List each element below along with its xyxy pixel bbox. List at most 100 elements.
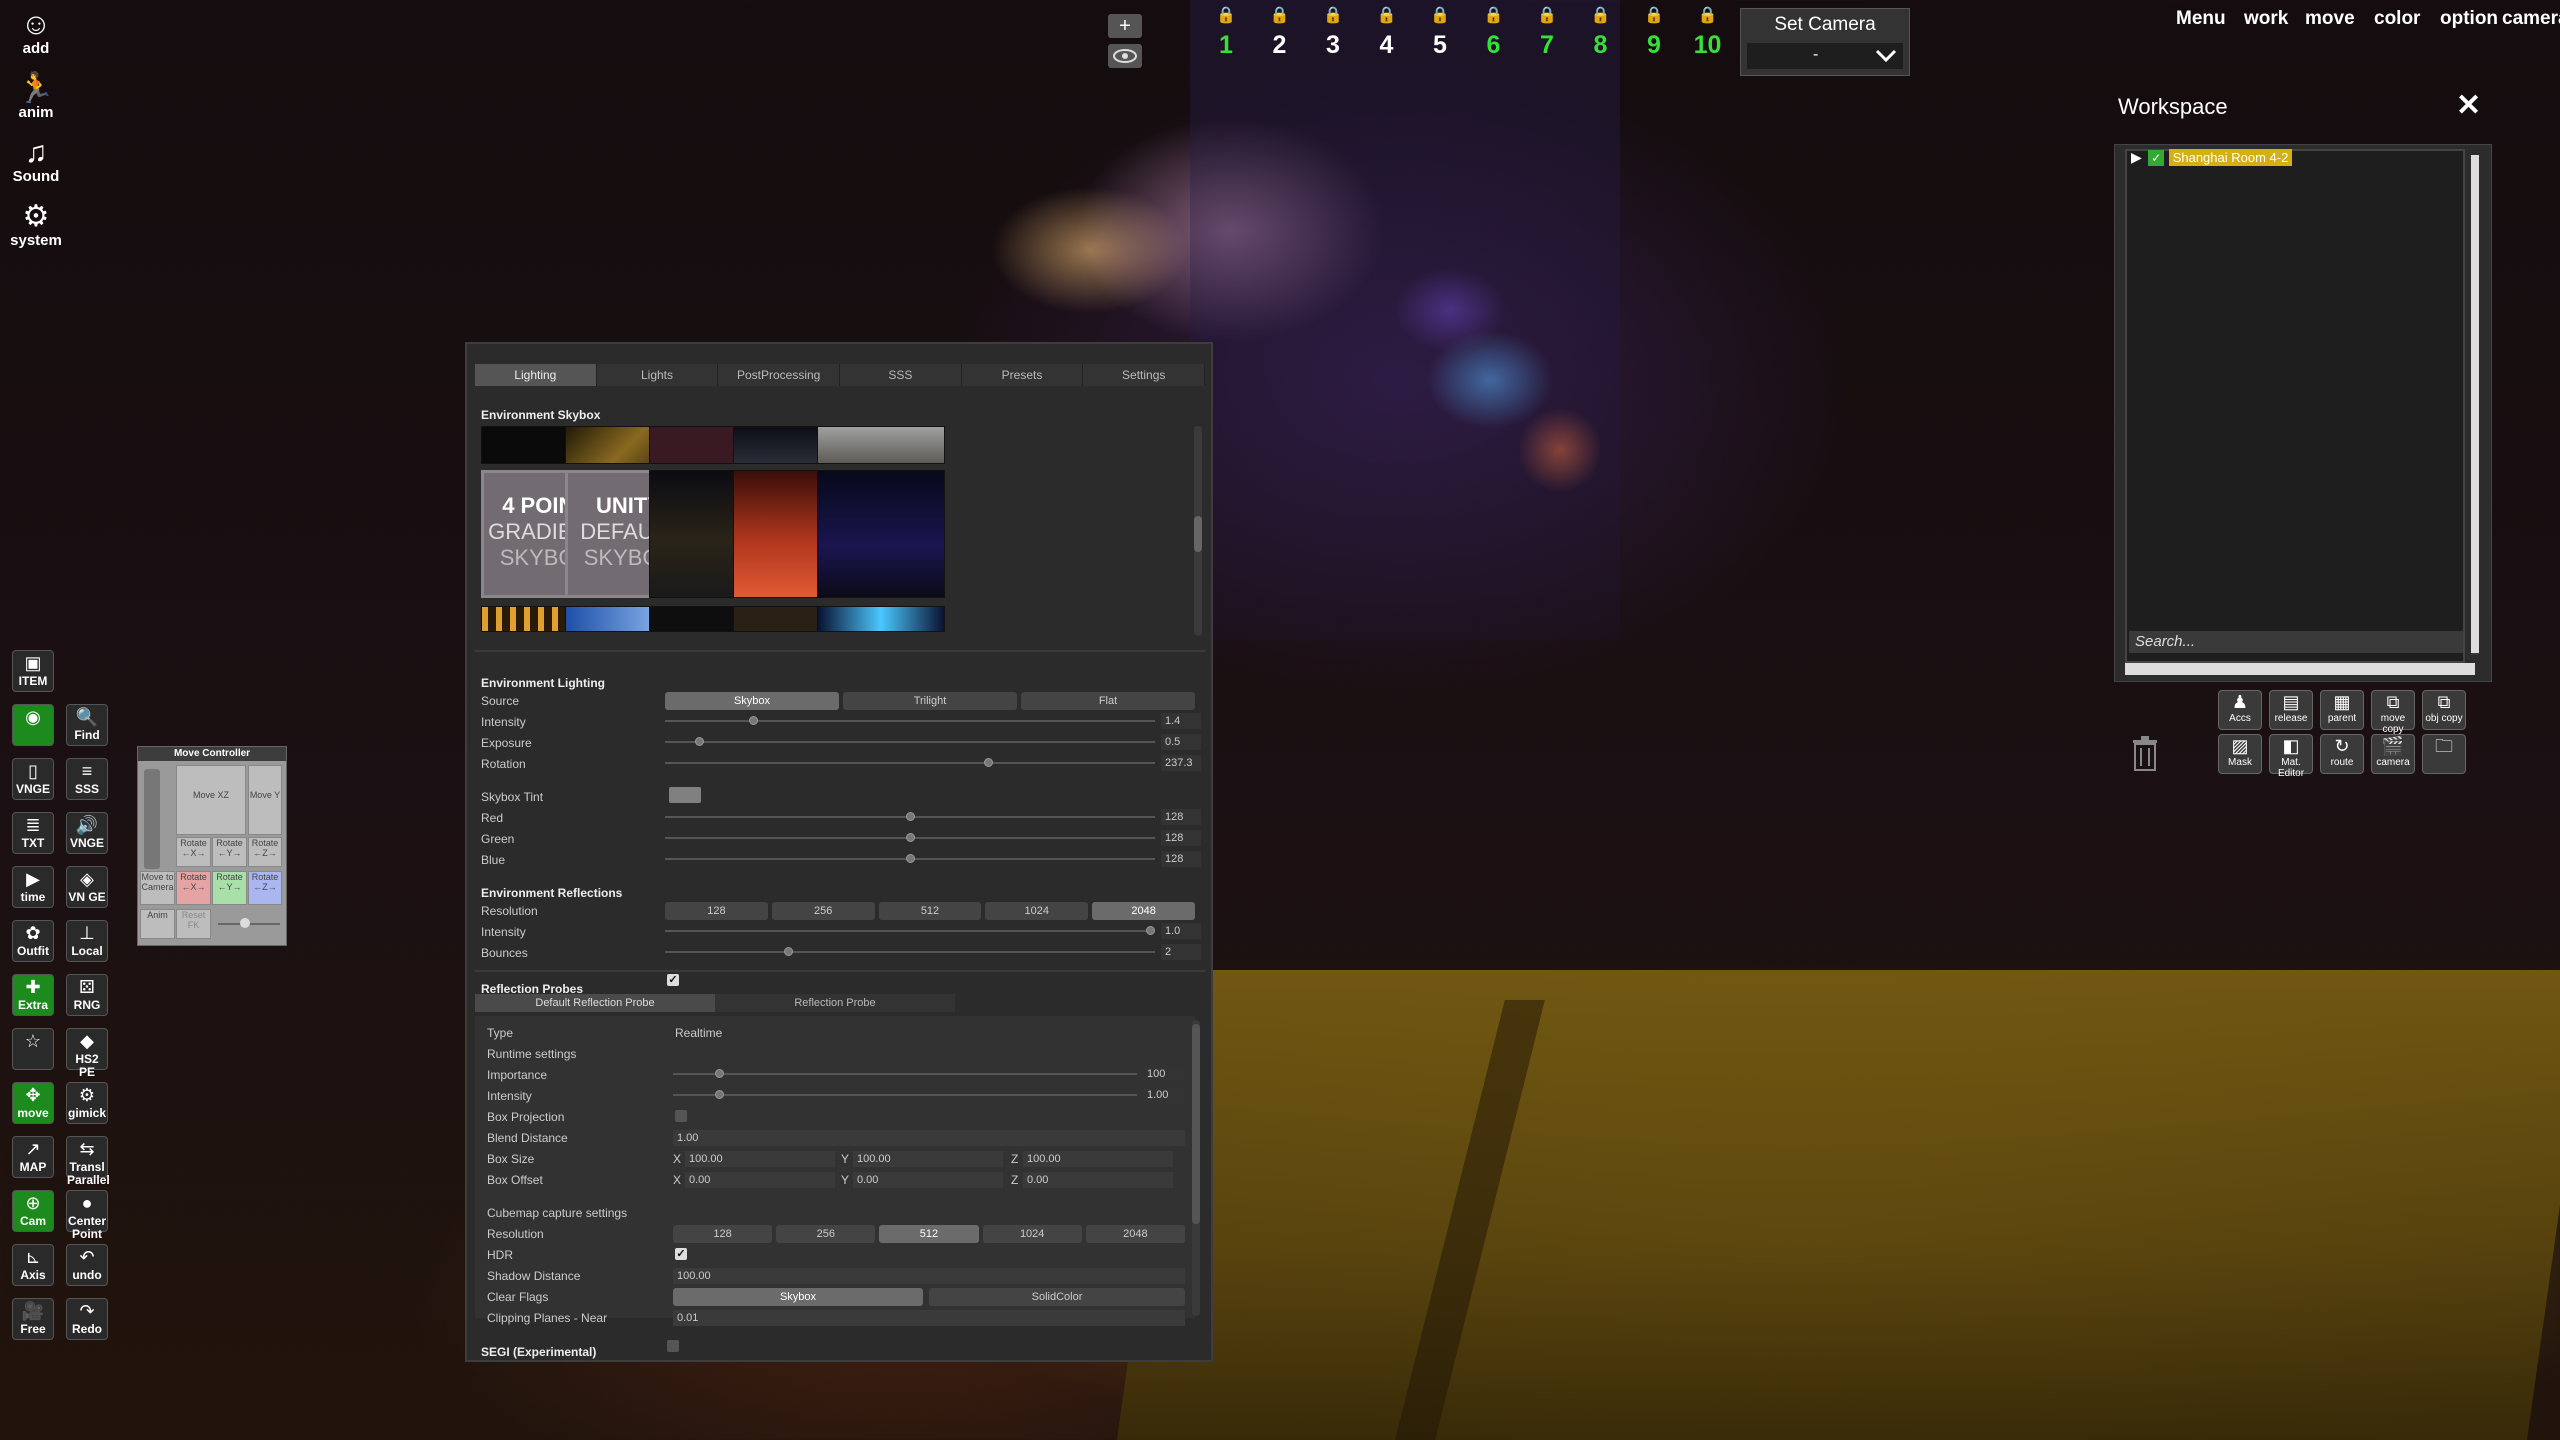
probe-intensity-track[interactable]	[673, 1094, 1137, 1096]
segi-checkbox[interactable]	[667, 1340, 679, 1352]
camera-slot-9[interactable]: 🔒 9	[1629, 6, 1679, 76]
tool-button-19[interactable]: ⊕ Cam	[12, 1190, 54, 1232]
intensity-track[interactable]	[665, 720, 1155, 722]
skybox-scrollbar[interactable]	[1194, 426, 1202, 636]
green-knob[interactable]	[906, 833, 915, 842]
lock-icon[interactable]: 🔒	[1522, 6, 1572, 26]
workspace-btn-obj-copy[interactable]: ⧉ obj copy	[2422, 690, 2466, 730]
lock-icon[interactable]: 🔒	[1469, 6, 1519, 26]
intensity-value[interactable]: 1.4	[1161, 713, 1201, 729]
tool-button-1[interactable]: ◉	[12, 704, 54, 746]
system-button[interactable]: ⚙ system	[10, 200, 62, 258]
tab-lights[interactable]: Lights	[596, 364, 719, 386]
green-value[interactable]: 128	[1161, 830, 1201, 846]
menu-work[interactable]: work	[2244, 8, 2288, 30]
option-2048[interactable]: 2048	[1092, 902, 1195, 920]
blue-knob[interactable]	[906, 854, 915, 863]
tool-button-11[interactable]: ✚ Extra	[12, 974, 54, 1016]
tool-button-21[interactable]: ⊾ Axis	[12, 1244, 54, 1286]
rotate-y-green-button[interactable]: Rotate ←Y→	[212, 871, 247, 905]
exposure-track[interactable]	[665, 741, 1155, 743]
camera-slot-8[interactable]: 🔒 8	[1576, 6, 1626, 76]
lock-icon[interactable]: 🔒	[1629, 6, 1679, 26]
reset-fk-button[interactable]: Reset FK	[176, 909, 211, 939]
tab-reflection-probe[interactable]: Reflection Probe	[715, 994, 955, 1012]
probe-intensity-value[interactable]: 1.00	[1143, 1087, 1183, 1103]
anim-button[interactable]: 🏃 anim	[10, 72, 62, 130]
box-projection-checkbox[interactable]	[675, 1110, 687, 1122]
skybox-scroll-thumb[interactable]	[1194, 516, 1202, 552]
tab-presets[interactable]: Presets	[961, 364, 1084, 386]
rotate-x-red-button[interactable]: Rotate ←X→	[176, 871, 211, 905]
shadow-distance-field[interactable]: 100.00	[673, 1268, 1185, 1284]
blend-distance-field[interactable]: 1.00	[673, 1130, 1185, 1146]
menu-Menu[interactable]: Menu	[2176, 8, 2226, 30]
visibility-check-icon[interactable]: ✓	[2148, 150, 2165, 166]
expand-triangle-icon[interactable]: ▶	[2131, 149, 2142, 165]
tool-button-18[interactable]: ⇆ Transl Parallel	[66, 1136, 110, 1187]
hdr-checkbox[interactable]: ✓	[675, 1248, 687, 1260]
workspace-btn-mat-editor[interactable]: ◧ Mat. Editor	[2269, 734, 2313, 779]
tool-button-5[interactable]: ≣ TXT	[12, 812, 54, 854]
tree-item-label[interactable]: Shanghai Room 4-2	[2168, 149, 2293, 166]
skybox-tint-swatch[interactable]	[669, 787, 701, 803]
lock-icon[interactable]: 🔒	[1201, 6, 1251, 26]
box-size-x-field[interactable]: 100.00	[685, 1151, 835, 1167]
lock-icon[interactable]: 🔒	[1415, 6, 1465, 26]
tab-postprocessing[interactable]: PostProcessing	[718, 364, 841, 386]
box-offset-z-field[interactable]: 0.00	[1023, 1172, 1173, 1188]
skybox-thumb-shanghai-night[interactable]	[817, 470, 945, 598]
rotation-track[interactable]	[665, 762, 1155, 764]
set-camera-dropdown[interactable]: -	[1747, 43, 1903, 69]
intensity-knob[interactable]	[749, 716, 759, 725]
tool-button-7[interactable]: ▶ time	[12, 866, 54, 908]
tool-button-0[interactable]: ▣ ITEM	[12, 650, 54, 692]
tool-button-12[interactable]: ⚄ RNG	[66, 974, 108, 1016]
anim-button[interactable]: Anim	[140, 909, 175, 939]
clipping-near-field[interactable]: 0.01	[673, 1310, 1185, 1326]
bounces-track[interactable]	[665, 951, 1155, 953]
workspace-btn-clapper-camera[interactable]: 🎬 camera	[2371, 734, 2415, 774]
option-512[interactable]: 512	[878, 902, 982, 920]
red-value[interactable]: 128	[1161, 809, 1201, 825]
add-view-button[interactable]: +	[1108, 14, 1142, 38]
lock-icon[interactable]: 🔒	[1362, 6, 1412, 26]
workspace-btn-move-copy[interactable]: ⧉ move copy	[2371, 690, 2415, 735]
box-size-y-field[interactable]: 100.00	[853, 1151, 1003, 1167]
option-128[interactable]: 128	[665, 902, 768, 920]
option-2048[interactable]: 2048	[1085, 1225, 1185, 1243]
tool-button-8[interactable]: ◈ VN GE	[66, 866, 108, 908]
option-Trilight[interactable]: Trilight	[843, 692, 1017, 710]
option-256[interactable]: 256	[776, 1225, 876, 1243]
option-Flat[interactable]: Flat	[1021, 692, 1195, 710]
move-to-camera-button[interactable]: Move to Camera	[140, 871, 175, 905]
trash-icon[interactable]	[2130, 734, 2160, 772]
tab-lighting[interactable]: Lighting	[475, 364, 597, 386]
menu-option[interactable]: option	[2440, 8, 2498, 30]
close-icon[interactable]: ✕	[2456, 88, 2481, 123]
camera-slot-6[interactable]: 🔒 6	[1469, 6, 1519, 76]
camera-slot-2[interactable]: 🔒 2	[1255, 6, 1305, 76]
box-offset-y-field[interactable]: 0.00	[853, 1172, 1003, 1188]
workspace-btn-parent-grid[interactable]: ▦ parent	[2320, 690, 2364, 730]
rotation-knob[interactable]	[984, 758, 994, 767]
eye-toggle-button[interactable]	[1108, 44, 1142, 68]
probe-scroll-thumb[interactable]	[1192, 1024, 1200, 1224]
bounces-value[interactable]: 2	[1161, 944, 1201, 960]
tab-settings[interactable]: Settings	[1083, 364, 1206, 386]
lock-icon[interactable]: 🔒	[1255, 6, 1305, 26]
rotate-x-button[interactable]: Rotate ←X→	[176, 837, 211, 867]
exposure-knob[interactable]	[695, 737, 705, 746]
option-Skybox[interactable]: Skybox	[665, 692, 839, 710]
tab-default-reflection-probe[interactable]: Default Reflection Probe	[475, 994, 715, 1012]
workspace-btn-route[interactable]: ↻ route	[2320, 734, 2364, 774]
box-size-z-field[interactable]: 100.00	[1023, 1151, 1173, 1167]
lock-icon[interactable]: 🔒	[1576, 6, 1626, 26]
tool-button-6[interactable]: 🔊 VNGE	[66, 812, 108, 854]
camera-slot-7[interactable]: 🔒 7	[1522, 6, 1572, 76]
tab-sss[interactable]: SSS	[840, 364, 962, 386]
lock-icon[interactable]: 🔒	[1683, 6, 1733, 26]
camera-slot-5[interactable]: 🔒 5	[1415, 6, 1465, 76]
move-xz-pad[interactable]: Move XZ	[176, 765, 246, 835]
type-value[interactable]: Realtime	[675, 1026, 722, 1040]
